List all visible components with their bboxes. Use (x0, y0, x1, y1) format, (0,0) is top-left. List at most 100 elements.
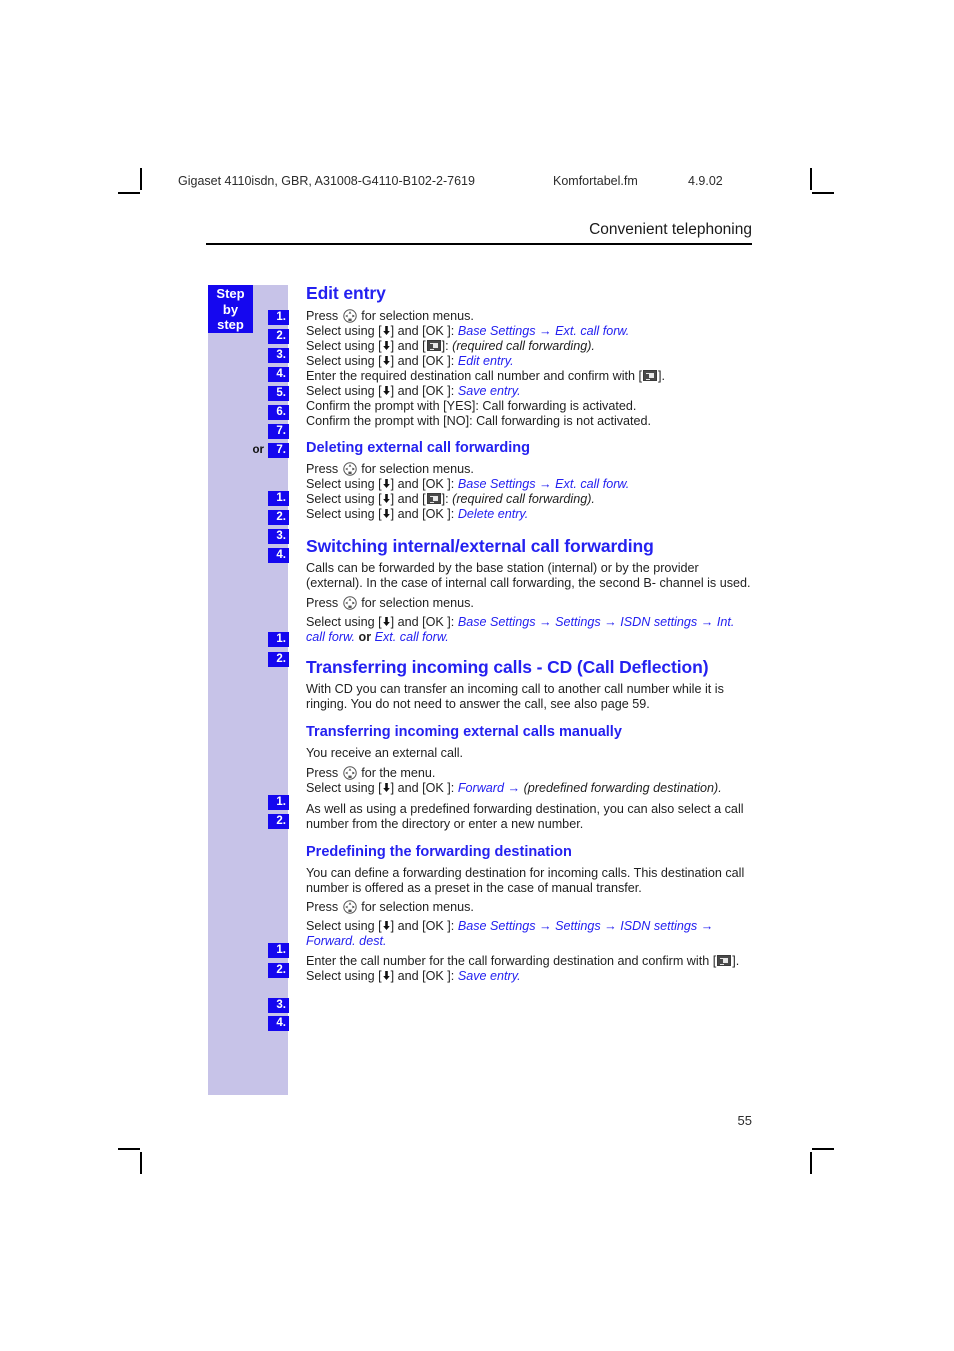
path-arrow: → (539, 919, 552, 934)
step-number-badge: 3. (268, 529, 289, 544)
step-text: for selection menus. (357, 462, 474, 476)
step-number-badge: 3. (268, 998, 289, 1013)
step-text: ]. (732, 954, 740, 969)
header-rule (206, 243, 752, 245)
path-arrow: → (539, 324, 552, 338)
step-text: Select using [ (306, 615, 382, 630)
menu-path-item: Forward. dest. (306, 934, 387, 949)
down-arrow-key-icon (382, 920, 391, 931)
document-identifier: Gigaset 4110isdn, GBR, A31008-G4110-B102… (178, 174, 475, 188)
navigation-key-icon (343, 309, 357, 323)
menu-path-item: ISDN settings (620, 615, 698, 630)
step-number-badge: 1. (268, 310, 289, 325)
step-line: Select using [] and [OK ]: Base Settings… (306, 477, 754, 492)
section-body-switching: Calls can be forwarded by the base stati… (306, 561, 751, 590)
down-arrow-key-icon (382, 616, 391, 627)
step-text: ] and [OK ]: (390, 615, 458, 630)
step-text: ] and [OK ]: (390, 384, 458, 398)
source-file-name: Komfortabel.fm (553, 174, 638, 188)
section-body-transferring-manual: You receive an external call. (306, 746, 464, 761)
step-line: Press for selection menus. (306, 900, 754, 915)
page-number: 55 (737, 1113, 752, 1128)
menu-path-item: Settings (555, 919, 601, 934)
section-heading-edit-entry: Edit entry (306, 283, 386, 303)
menu-path-item: Settings (555, 615, 601, 630)
step-line: Select using [] and [OK ]: Base Settings… (306, 615, 754, 645)
navigation-key-icon (343, 462, 357, 476)
step-text: Press (306, 900, 342, 915)
step-line: Select using [] and [OK ]: Base Settings… (306, 919, 754, 949)
step-text: ] and [OK ]: (390, 507, 458, 521)
step-number-badge: 4. (268, 548, 289, 563)
menu-path-item: Base Settings (457, 477, 536, 491)
section-heading-switching: Switching internal/external call forward… (306, 536, 654, 556)
menu-path-item: Base Settings (457, 324, 536, 338)
step-by-step-badge: Step by step (208, 285, 253, 333)
step-text: ] and [ (390, 339, 426, 353)
step-line: Select using [] and [OK ]: Edit entry. (306, 354, 754, 369)
crop-mark-top-right-vertical (810, 168, 812, 190)
step-number-badge: 5. (268, 386, 289, 401)
step-line: Select using [] and [OK ]: Forward → (pr… (306, 781, 754, 796)
path-arrow: → (507, 780, 521, 795)
step-line: Select using [] and []: (required call f… (306, 339, 754, 354)
step-number-badge: 2. (268, 652, 289, 667)
menu-key-icon (717, 955, 732, 967)
step-number-badge: 1. (268, 491, 289, 506)
menu-path-item: Save entry. (457, 384, 521, 398)
step-number-badge: 1. (268, 795, 289, 810)
crop-mark-bottom-left-horizontal (118, 1148, 140, 1150)
down-arrow-key-icon (382, 385, 391, 396)
step-number-badge: 2. (268, 814, 289, 829)
step-text: ] and [OK ]: (390, 969, 458, 984)
down-arrow-key-icon (382, 340, 391, 351)
badge-line-3: step (217, 317, 244, 332)
crop-mark-top-left-horizontal (118, 192, 140, 194)
crop-mark-bottom-left-vertical (140, 1152, 142, 1174)
menu-path-item: ISDN settings (620, 919, 698, 934)
step-text: ] and [OK ]: (390, 477, 458, 491)
step-text: for the menu. (357, 765, 436, 780)
step-text: Enter the required destination call numb… (306, 369, 643, 383)
step-line: Enter the required destination call numb… (306, 369, 754, 384)
step-placeholder-text: (required call forwarding). (452, 339, 595, 353)
section-body-predefining: You can define a forwarding destination … (306, 866, 745, 895)
path-arrow: → (604, 615, 617, 630)
step-line: Confirm the prompt with [NO]: Call forwa… (306, 414, 652, 428)
step-line: Select using [] and [OK ]: Save entry. (306, 969, 754, 984)
step-number-badge: 4. (268, 1016, 289, 1031)
menu-key-icon (426, 340, 441, 351)
down-arrow-key-icon (382, 355, 391, 366)
section-body-transferring: With CD you can transfer an incoming cal… (306, 682, 724, 711)
menu-path-item: Delete entry. (457, 507, 529, 521)
section-heading-deleting: Deleting external call forwarding (306, 440, 530, 456)
step-text: for selection menus. (357, 596, 474, 611)
step-number-badge: 3. (268, 348, 289, 363)
step-text: Select using [ (306, 324, 382, 338)
section-heading-predefining: Predefining the forwarding destination (306, 844, 572, 861)
section-body-transferring-after: As well as using a predefined forwarding… (306, 801, 744, 831)
step-number-badge: 7. (268, 424, 289, 439)
down-arrow-key-icon (382, 325, 391, 336)
step-text: Press (306, 596, 342, 611)
crop-mark-bottom-right-vertical (810, 1152, 812, 1174)
section-heading-transferring-manual: Transferring incoming external calls man… (306, 724, 622, 741)
menu-path-item: Ext. call forw. (555, 477, 630, 491)
step-text: Select using [ (306, 507, 382, 521)
badge-line-2: by (222, 301, 239, 317)
step-text: Enter the call number for the call forwa… (306, 954, 717, 969)
badge-line-1: Step (216, 286, 245, 301)
navigation-key-icon (343, 900, 357, 915)
menu-key-icon (426, 493, 441, 504)
down-arrow-key-icon (382, 478, 391, 489)
or-label: or (252, 444, 265, 456)
path-arrow: → (700, 919, 714, 934)
path-arrow: → (539, 615, 552, 630)
path-arrow: → (604, 919, 617, 934)
content-column: Edit entry Press for selection menus. Se… (306, 283, 754, 984)
step-line: Press for selection menus. (306, 596, 754, 611)
path-arrow: → (539, 477, 552, 491)
step-text: Select using [ (306, 354, 382, 368)
revision-date: 4.9.02 (688, 174, 723, 188)
navigation-key-icon (343, 766, 357, 780)
